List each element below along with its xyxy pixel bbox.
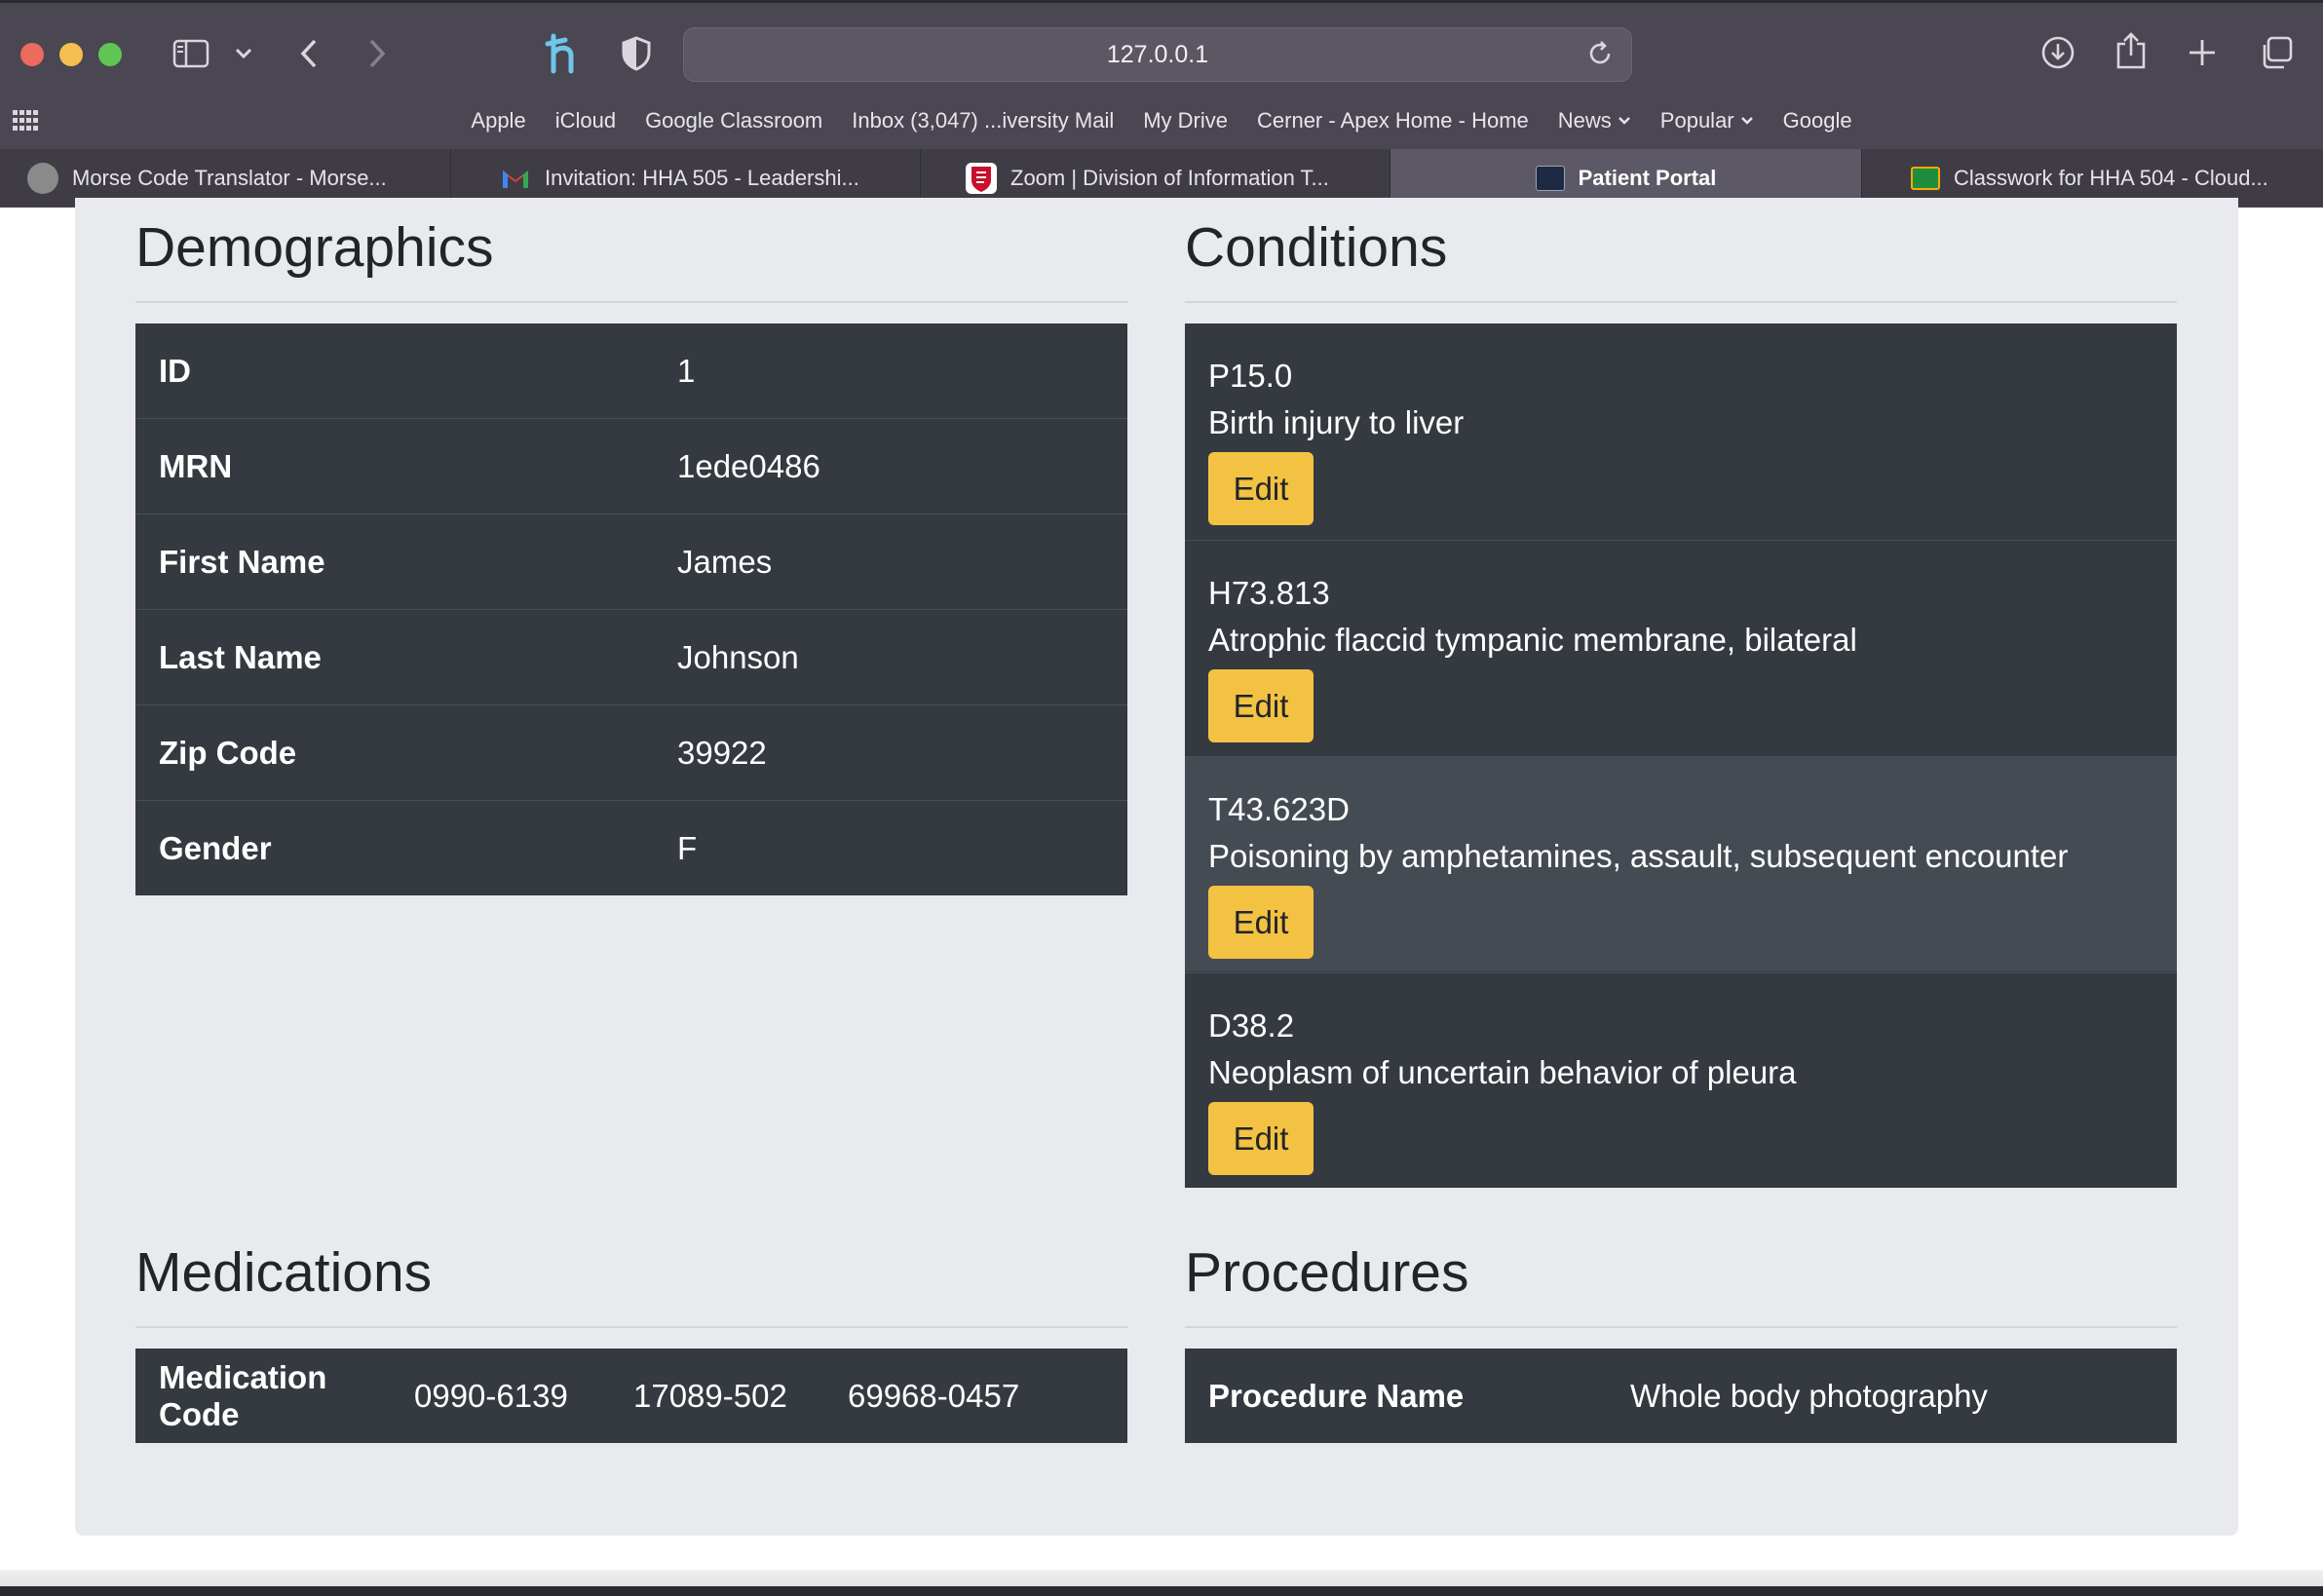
table-row: Last Name Johnson <box>135 609 1127 705</box>
tab-title: Morse Code Translator - Morse... <box>72 165 387 190</box>
last-name-value: Johnson <box>654 609 1127 705</box>
honey-extension-icon[interactable] <box>541 31 586 76</box>
gender-label: Gender <box>135 800 654 895</box>
conditions-divider <box>1185 301 2177 303</box>
forward-arrow-icon[interactable] <box>362 37 392 70</box>
conditions-heading: Conditions <box>1185 216 1448 279</box>
demographics-heading: Demographics <box>135 216 494 279</box>
edit-condition-button[interactable]: Edit <box>1208 1102 1314 1175</box>
medication-code-value: 17089-502 <box>633 1377 787 1414</box>
table-row: Zip Code 39922 <box>135 704 1127 801</box>
bookmark-folder-popular[interactable]: Popular <box>1646 108 1769 133</box>
bookmark-folder-news[interactable]: News <box>1543 108 1646 133</box>
privacy-shield-icon[interactable] <box>620 35 653 72</box>
back-arrow-icon[interactable] <box>294 37 324 70</box>
condition-code: D38.2 <box>1208 1007 1295 1044</box>
zip-code-value: 39922 <box>654 704 1127 801</box>
medication-code-value: 0990-6139 <box>414 1377 568 1414</box>
condition-description: Poisoning by amphetamines, assault, subs… <box>1208 838 2069 874</box>
gmail-icon <box>500 163 531 194</box>
procedures-table: Procedure Name Whole body photography <box>1185 1349 2177 1443</box>
mrn-value: 1ede0486 <box>654 418 1127 514</box>
condition-code: T43.623D <box>1208 791 1350 827</box>
condition-description: Birth injury to liver <box>1208 404 1465 440</box>
share-icon[interactable] <box>2113 29 2150 72</box>
tab-title: Invitation: HHA 505 - Leadershi... <box>545 165 859 190</box>
bookmark-icloud[interactable]: iCloud <box>541 108 630 133</box>
browser-toolbar: 127.0.0.1 Apple iCloud Google Classroom … <box>0 0 2323 208</box>
id-value: 1 <box>677 352 696 389</box>
table-row: First Name James <box>135 513 1127 610</box>
minimize-window-button[interactable] <box>59 43 83 66</box>
new-tab-plus-icon[interactable] <box>2185 35 2220 70</box>
first-name-value: James <box>654 513 1127 610</box>
tab-overview-icon[interactable] <box>2257 33 2296 72</box>
bookmark-popular-label: Popular <box>1659 108 1734 133</box>
edit-condition-button[interactable]: Edit <box>1208 669 1314 742</box>
university-favicon-icon <box>966 162 997 194</box>
bookmark-cerner[interactable]: Cerner - Apex Home - Home <box>1242 108 1543 133</box>
medications-divider <box>135 1326 1127 1328</box>
condition-code: H73.813 <box>1208 575 1330 611</box>
last-name-label: Last Name <box>135 609 654 705</box>
procedure-name-value: Whole body photography <box>1630 1377 1988 1414</box>
gender-value: F <box>654 800 1127 895</box>
bookmark-google[interactable]: Google <box>1769 108 1867 133</box>
downloads-icon[interactable] <box>2038 33 2077 72</box>
tab-title: Zoom | Division of Information T... <box>1010 165 1329 190</box>
dock-edge <box>0 1586 2323 1596</box>
procedure-name-label: Procedure Name <box>1208 1377 1465 1414</box>
procedures-divider <box>1185 1326 2177 1328</box>
medications-table: Medication Code 0990-6139 17089-502 6996… <box>135 1349 1127 1443</box>
terminal-favicon-icon <box>1535 165 1565 191</box>
bookmark-my-drive[interactable]: My Drive <box>1128 108 1242 133</box>
window-top-edge <box>0 0 2323 3</box>
medications-heading: Medications <box>135 1241 433 1304</box>
bookmark-google-classroom[interactable]: Google Classroom <box>630 108 837 133</box>
bookmark-inbox[interactable]: Inbox (3,047) ...iversity Mail <box>837 108 1128 133</box>
condition-item-hovered: T43.623D Poisoning by amphetamines, assa… <box>1185 756 2177 971</box>
condition-description: Neoplasm of uncertain behavior of pleura <box>1208 1054 1797 1090</box>
favorites-bar: Apple iCloud Google Classroom Inbox (3,0… <box>0 103 2323 138</box>
sidebar-toggle-icon[interactable] <box>171 37 210 70</box>
table-row: Gender F <box>135 800 1127 895</box>
patient-panel: Demographics ID 1 MRN 1ede0486 First Name J… <box>75 198 2238 1536</box>
tab-title: Classwork for HHA 504 - Cloud... <box>1954 165 2268 190</box>
classroom-favicon-icon <box>1911 166 1940 190</box>
close-window-button[interactable] <box>20 43 44 66</box>
table-row: ID 1 <box>135 323 1127 419</box>
first-name-label: First Name <box>135 513 654 610</box>
edit-condition-button[interactable]: Edit <box>1208 886 1314 959</box>
url-text: 127.0.0.1 <box>1106 40 1209 68</box>
condition-item: D38.2 Neoplasm of uncertain behavior of … <box>1185 972 2177 1188</box>
edit-condition-button[interactable]: Edit <box>1208 452 1314 525</box>
condition-description: Atrophic flaccid tympanic membrane, bila… <box>1208 622 1857 658</box>
demographics-divider <box>135 301 1127 303</box>
condition-item: P15.0 Birth injury to liver Edit <box>1185 323 2177 539</box>
condition-code: P15.0 <box>1208 358 1293 394</box>
conditions-list: P15.0 Birth injury to liver Edit H73.813… <box>1185 323 2177 1188</box>
chevron-down-icon <box>1618 117 1630 125</box>
chevron-down-icon[interactable] <box>231 41 256 66</box>
tab-title: Patient Portal <box>1578 165 1717 190</box>
web-page: Demographics ID 1 MRN 1ede0486 First Name J… <box>0 198 2323 1596</box>
zip-code-label: Zip Code <box>135 704 654 801</box>
chevron-down-icon <box>1740 117 1753 125</box>
condition-item: H73.813 Atrophic flaccid tympanic membra… <box>1185 540 2177 755</box>
medication-code-label: Medication Code <box>159 1358 327 1432</box>
table-row: MRN 1ede0486 <box>135 418 1127 514</box>
demographics-table: ID 1 MRN 1ede0486 First Name James Last Nam… <box>135 323 1127 895</box>
bookmark-apple[interactable]: Apple <box>456 108 540 133</box>
medication-code-value: 69968-0457 <box>848 1377 1020 1414</box>
mrn-label: MRN <box>135 418 654 514</box>
bookmark-news-label: News <box>1557 108 1612 133</box>
procedures-heading: Procedures <box>1185 1241 1469 1304</box>
id-label: ID <box>159 352 191 389</box>
address-bar[interactable]: 127.0.0.1 <box>683 27 1632 82</box>
zoom-window-button[interactable] <box>98 43 122 66</box>
reload-icon[interactable] <box>1584 38 1616 69</box>
morse-favicon-icon <box>27 162 58 194</box>
